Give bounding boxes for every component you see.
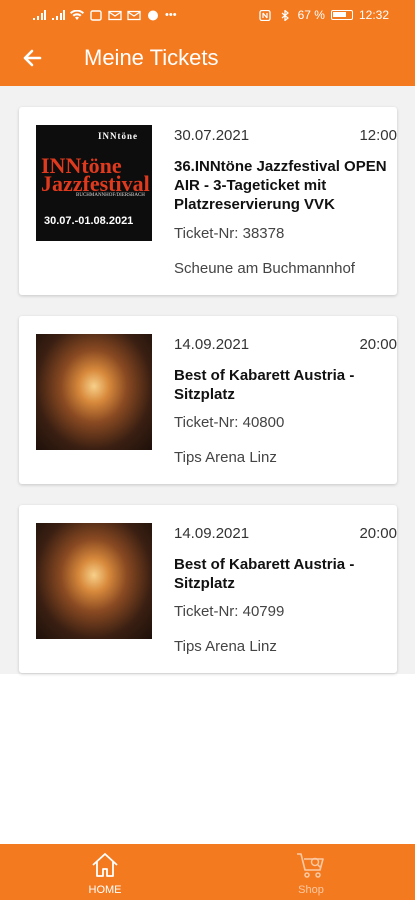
app-header: ••• 67 % 12:32 Meine Tickets xyxy=(0,0,415,86)
nfc-icon xyxy=(258,9,271,21)
bluetooth-icon xyxy=(281,9,289,21)
bottom-navigation: HOME Shop xyxy=(0,844,415,900)
cart-icon xyxy=(297,853,324,878)
nav-home-label: HOME xyxy=(88,884,122,896)
mail-icon xyxy=(127,10,141,20)
ticket-date: 14.09.2021 xyxy=(174,336,250,353)
ticket-time: 20:00 xyxy=(359,525,397,542)
poster-subtitle: BUCHMANNHOF/DIERSBACH xyxy=(76,193,145,198)
poster-title: INNtöne Jazzfestival xyxy=(41,155,150,196)
poster-logo: INNtöne xyxy=(98,131,138,141)
venue: Tips Arena Linz xyxy=(174,638,277,655)
clock: 12:32 xyxy=(358,8,389,22)
event-title: 36.INNtöne Jazzfestival OPEN AIR - 3-Tag… xyxy=(174,158,387,213)
event-thumbnail xyxy=(36,523,152,639)
ticket-card[interactable]: INNtöne INNtöne Jazzfestival BUCHMANNHOF… xyxy=(19,107,397,295)
event-title: Best of Kabarett Austria - Sitzplatz xyxy=(174,556,355,592)
ticket-time: 20:00 xyxy=(359,336,397,353)
status-icons-left: ••• xyxy=(32,9,177,21)
event-thumbnail xyxy=(36,334,152,450)
back-button[interactable] xyxy=(18,42,50,74)
venue: Tips Arena Linz xyxy=(174,449,277,466)
ticket-card[interactable]: 14.09.2021 20:00 Best of Kabarett Austri… xyxy=(19,316,397,484)
ticket-number: Ticket-Nr: 38378 xyxy=(174,225,285,242)
ticket-number: Ticket-Nr: 40800 xyxy=(174,414,285,431)
nav-home[interactable]: HOME xyxy=(55,844,155,900)
home-icon xyxy=(92,853,118,877)
ticket-time: 12:00 xyxy=(359,127,397,144)
signal-icon xyxy=(33,9,46,20)
ticket-date: 14.09.2021 xyxy=(174,525,250,542)
page-title: Meine Tickets xyxy=(84,45,219,70)
ticket-date: 30.07.2021 xyxy=(174,127,250,144)
mail-icon xyxy=(108,10,122,20)
concert-image xyxy=(36,334,152,450)
battery-icon xyxy=(330,10,353,20)
venue: Scheune am Buchmannhof xyxy=(174,260,355,277)
event-thumbnail: INNtöne INNtöne Jazzfestival BUCHMANNHOF… xyxy=(36,125,152,241)
poster-title-line2: Jazzfestival xyxy=(41,171,150,196)
signal-icon xyxy=(52,9,65,20)
notification-icon xyxy=(90,9,102,21)
wifi-icon xyxy=(70,9,84,20)
status-icons-right: 67 % 12:32 xyxy=(258,8,389,22)
concert-image xyxy=(36,523,152,639)
status-bar: ••• 67 % 12:32 xyxy=(0,0,415,32)
poster-dates: 30.07.-01.08.2021 xyxy=(44,215,134,227)
ticket-card[interactable]: 14.09.2021 20:00 Best of Kabarett Austri… xyxy=(19,505,397,673)
battery-percent: 67 % xyxy=(297,8,325,22)
event-title: Best of Kabarett Austria - Sitzplatz xyxy=(174,367,355,403)
more-notifications-icon: ••• xyxy=(165,9,177,21)
ticket-number: Ticket-Nr: 40799 xyxy=(174,603,285,620)
jazz-poster: INNtöne INNtöne Jazzfestival BUCHMANNHOF… xyxy=(36,125,152,241)
ticket-list: INNtöne INNtöne Jazzfestival BUCHMANNHOF… xyxy=(0,86,415,674)
nav-shop[interactable]: Shop xyxy=(261,844,361,900)
nav-shop-label: Shop xyxy=(298,884,324,896)
arrow-left-icon xyxy=(23,49,42,67)
app-badge-icon xyxy=(148,10,158,20)
